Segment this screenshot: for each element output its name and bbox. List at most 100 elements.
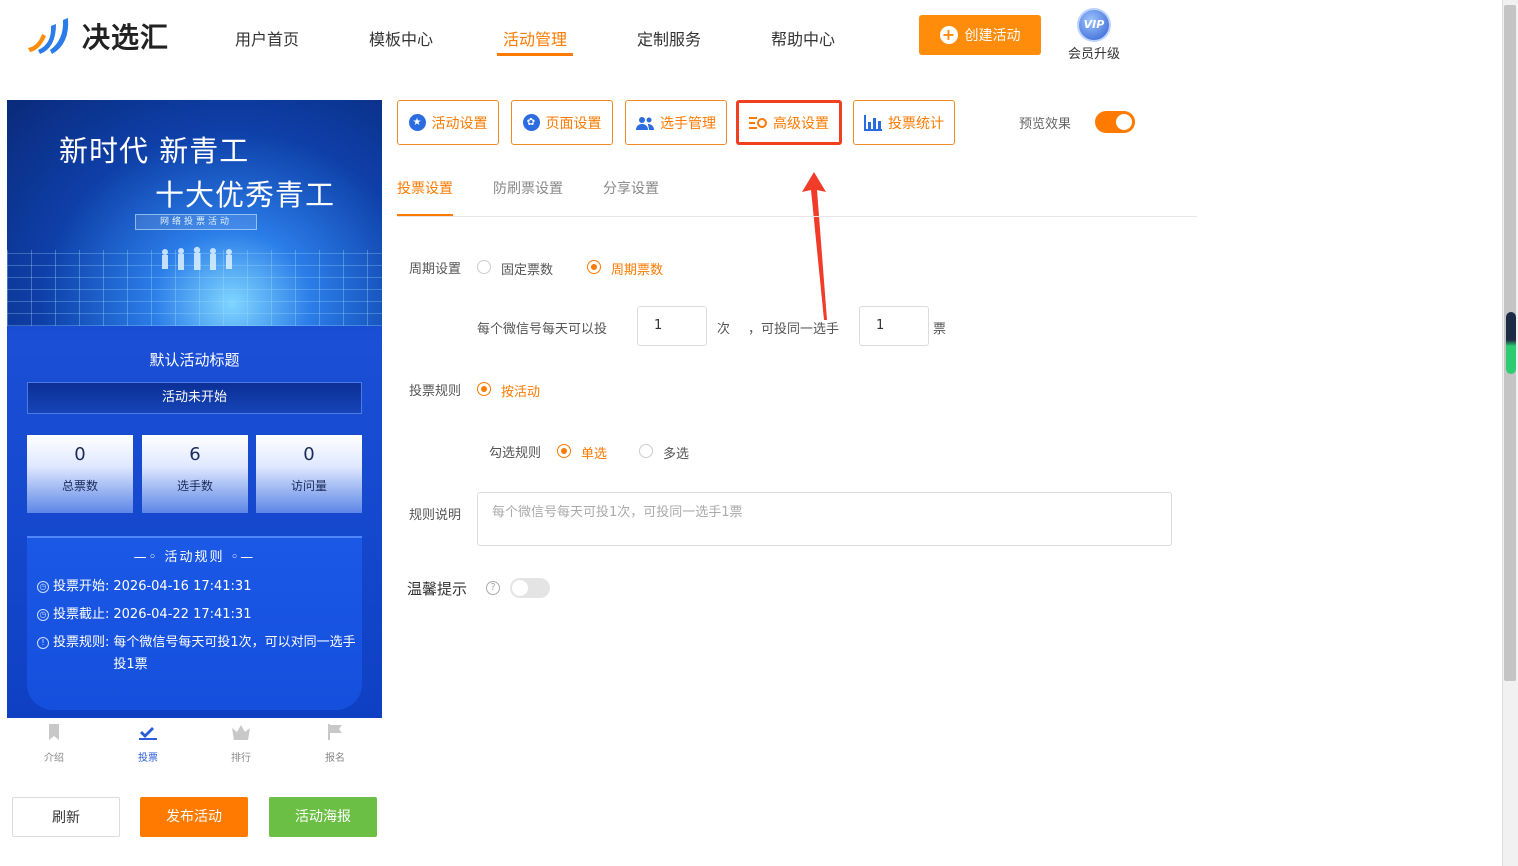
rules-heading: —◦ 活动规则 ◦— [133, 550, 256, 565]
rule-voting: ! 投票规则: 每个微信号每天可投1次，可以对同一选手投1票 [37, 632, 357, 676]
tab-page-settings[interactable]: ✿ 页面设置 [511, 100, 613, 145]
toolbar-label: 页面设置 [545, 115, 602, 132]
sliders-gear-icon [749, 116, 767, 129]
stat-contestants: 6 选手数 [142, 435, 248, 513]
nav-activity-management[interactable]: 活动管理 [503, 26, 567, 50]
plus-icon: + [939, 26, 958, 44]
info-icon: ! [37, 637, 49, 649]
rule-start: ◷ 投票开始: 2026-04-16 17:41:31 [37, 576, 251, 598]
brand-logo[interactable]: 决选汇 [26, 14, 186, 58]
banner-title-line1: 新时代 新青工 [59, 134, 250, 168]
preview-effect-toggle[interactable] [1095, 111, 1135, 133]
radio-by-activity[interactable] [477, 382, 491, 396]
flag-icon [328, 724, 342, 740]
create-activity-label: 创建活动 [964, 28, 1021, 44]
nav-help[interactable]: 帮助中心 [771, 26, 835, 50]
subtab-anti-fraud[interactable]: 防刷票设置 [493, 178, 563, 198]
tab-label: 排行 [231, 753, 251, 764]
same-contestant-label: ，可投同一选手 [748, 322, 840, 337]
scroll-indicator [1506, 312, 1516, 374]
subtab-divider [397, 216, 1197, 217]
nav-templates[interactable]: 模板中心 [369, 26, 433, 50]
tab-ranking[interactable]: 排行 [211, 724, 271, 764]
tab-advanced-settings[interactable]: 高级设置 [736, 100, 842, 145]
tab-signup[interactable]: 报名 [305, 724, 365, 764]
vip-badge-icon: VIP [1077, 8, 1111, 42]
subtab-vote-settings[interactable]: 投票设置 [397, 178, 453, 198]
stat-value: 0 [303, 444, 315, 465]
tab-activity-settings[interactable]: ★ 活动设置 [397, 100, 499, 145]
tab-contestant-management[interactable]: 选手管理 [625, 100, 727, 145]
stat-label: 总票数 [61, 479, 98, 493]
crown-icon [232, 725, 250, 740]
users-icon [636, 116, 654, 130]
radio-fixed-votes-label[interactable]: 固定票数 [501, 259, 553, 278]
vote-icon [139, 727, 157, 740]
per-day-label: 每个微信号每天可以投 [477, 322, 608, 337]
rule-description-label: 规则说明 [409, 508, 462, 523]
check-rule-label: 勾选规则 [489, 446, 542, 461]
radio-period-votes[interactable] [587, 260, 601, 274]
tab-label: 投票 [138, 753, 158, 764]
same-contestant-unit: 票 [933, 322, 947, 337]
create-activity-button[interactable]: + 创建活动 [919, 15, 1041, 55]
rule-key: 投票截止: [53, 607, 110, 622]
stat-value: 6 [189, 444, 201, 465]
per-day-count-input[interactable]: 1 [637, 306, 707, 346]
warm-tip-label: 温馨提示 [407, 580, 468, 598]
activity-title: 默认活动标题 [149, 351, 240, 369]
rule-value: 每个微信号每天可投1次，可以对同一选手投1票 [113, 635, 356, 672]
banner-people-icon [162, 246, 232, 270]
clock-icon: ◷ [37, 581, 49, 593]
clock-icon: ◷ [37, 609, 49, 621]
nav-home[interactable]: 用户首页 [235, 26, 299, 50]
nav-active-underline [497, 53, 573, 56]
star-icon: ★ [408, 114, 426, 131]
nav-custom-service[interactable]: 定制服务 [637, 26, 701, 50]
tab-vote[interactable]: 投票 [118, 724, 178, 764]
banner-subtitle: 网络投票活动 [135, 214, 257, 230]
rule-value: 2026-04-16 17:41:31 [113, 579, 252, 594]
stat-label: 选手数 [176, 479, 213, 493]
publish-activity-button[interactable]: 发布活动 [140, 797, 248, 837]
subtab-share-settings[interactable]: 分享设置 [603, 178, 659, 198]
toolbar-label: 选手管理 [660, 115, 716, 132]
toolbar-label: 高级设置 [773, 115, 829, 132]
rules-heading-text: 活动规则 [164, 550, 225, 565]
activity-poster-button[interactable]: 活动海报 [269, 797, 377, 837]
same-contestant-input[interactable]: 1 [859, 306, 929, 346]
vip-upgrade[interactable]: VIP 会员升级 [1064, 8, 1124, 62]
radio-multi-select-label[interactable]: 多选 [663, 443, 689, 462]
toolbar-label: 活动设置 [431, 115, 488, 132]
radio-multi-select[interactable] [639, 444, 653, 458]
stat-visits: 0 访问量 [256, 435, 362, 513]
rule-description-textarea[interactable]: 每个微信号每天可投1次，可投同一选手1票 [477, 492, 1172, 546]
stat-label: 访问量 [290, 479, 327, 493]
annotation-arrow-icon [802, 172, 827, 320]
period-settings-label: 周期设置 [409, 262, 462, 277]
per-day-unit: 次 [717, 322, 731, 337]
vote-rule-label: 投票规则 [409, 384, 462, 399]
rule-key: 投票规则: [53, 635, 110, 650]
refresh-button[interactable]: 刷新 [12, 797, 120, 837]
subtab-active-underline [397, 214, 453, 216]
rules-panel: —◦ 活动规则 ◦— ◷ 投票开始: 2026-04-16 17:41:31 ◷… [27, 536, 362, 710]
tab-label: 介绍 [44, 753, 64, 764]
tab-intro[interactable]: 介绍 [24, 724, 84, 764]
tab-vote-statistics[interactable]: 投票统计 [853, 100, 955, 145]
radio-fixed-votes[interactable] [477, 260, 491, 274]
radio-by-activity-label[interactable]: 按活动 [501, 381, 540, 400]
banner-title-line2: 十大优秀青工 [155, 178, 336, 212]
radio-period-votes-label[interactable]: 周期票数 [611, 259, 663, 278]
stat-value: 0 [74, 444, 86, 465]
bar-chart-icon [864, 114, 882, 131]
radio-single-select-label[interactable]: 单选 [581, 443, 607, 462]
warm-tip-toggle[interactable] [510, 578, 550, 598]
logo-mark-icon [26, 14, 76, 58]
tab-label: 报名 [325, 753, 345, 764]
activity-banner: 新时代 新青工 十大优秀青工 网络投票活动 [7, 100, 382, 326]
radio-single-select[interactable] [557, 444, 571, 458]
preview-effect-label: 预览效果 [1019, 117, 1072, 132]
help-icon[interactable]: ? [486, 581, 500, 595]
activity-status: 活动未开始 [27, 382, 362, 414]
